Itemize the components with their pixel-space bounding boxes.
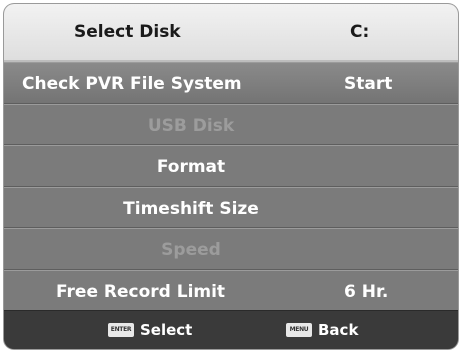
menu-item-timeshift-size[interactable]: Timeshift Size [4, 186, 458, 228]
select-disk-label: Select Disk [74, 22, 181, 42]
menu-item-value: Start [344, 74, 393, 94]
back-hint: MENU Back [286, 321, 358, 339]
menu-item-label: USB Disk [147, 115, 235, 136]
menu-item-format[interactable]: Format [4, 145, 458, 187]
menu-item-check-pvr-file-system[interactable]: Check PVR File System Start [4, 62, 458, 104]
select-hint: ENTER Select [108, 321, 192, 339]
menu-item-value: 6 Hr. [344, 281, 389, 302]
select-disk-row[interactable]: Select Disk C: [4, 4, 458, 62]
menu-item-label: Format [156, 157, 226, 177]
menu-key-icon: MENU [286, 323, 312, 337]
enter-key-icon: ENTER [108, 323, 134, 337]
select-hint-label: Select [140, 321, 193, 339]
menu-item-usb-disk: USB Disk [4, 103, 458, 145]
menu-item-free-record-limit[interactable]: Free Record Limit 6 Hr. [4, 269, 458, 311]
select-disk-value: C: [350, 22, 370, 42]
menu-item-label: Speed [161, 240, 221, 260]
menu-item-label: Free Record Limit [56, 281, 226, 302]
menu-item-label: Check PVR File System [22, 74, 242, 94]
menu-item-speed: Speed [4, 228, 458, 270]
settings-menu: Check PVR File System Start USB Disk For… [4, 62, 458, 311]
footer-hints: ENTER Select MENU Back [4, 310, 458, 349]
menu-item-label: Timeshift Size [123, 198, 259, 219]
pvr-settings-panel: Select Disk C: Check PVR File System Sta… [4, 4, 458, 349]
back-hint-label: Back [318, 321, 359, 339]
